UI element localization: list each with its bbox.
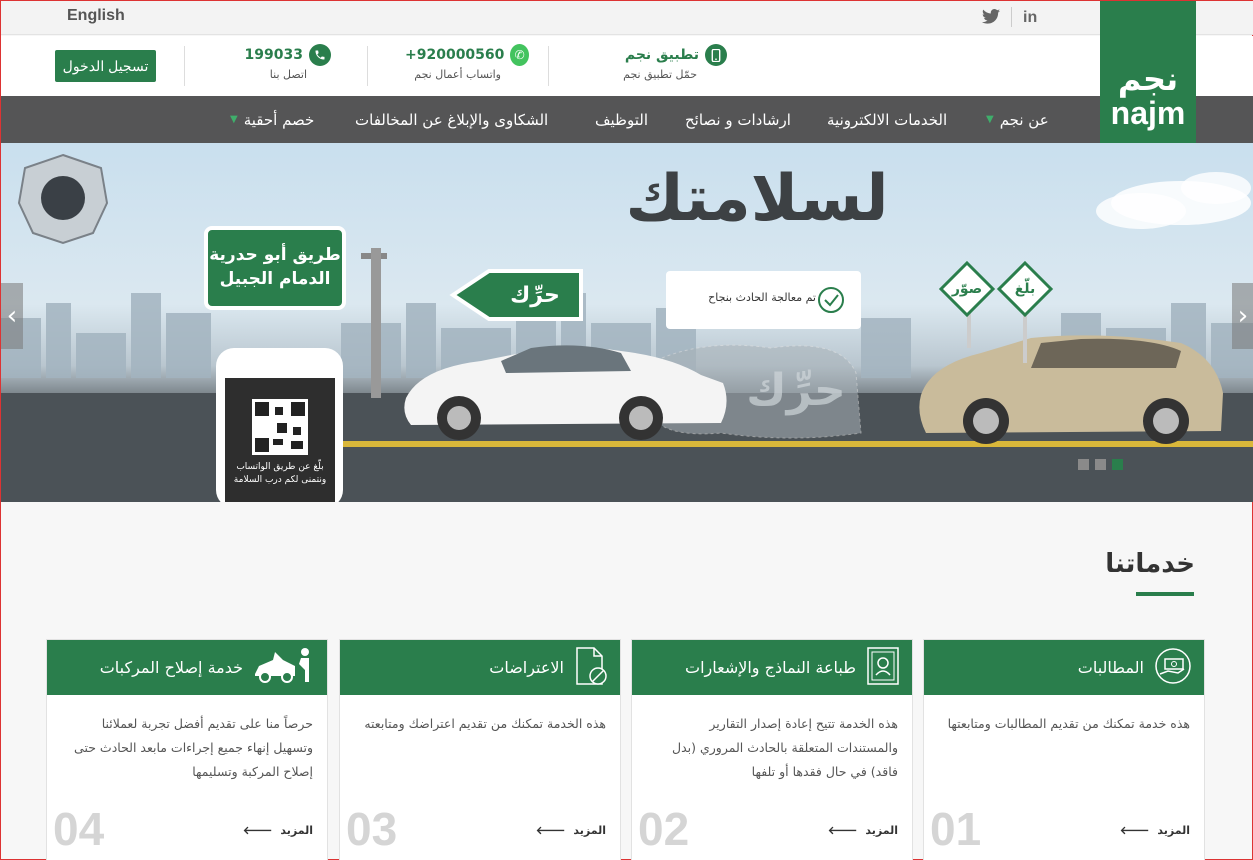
card-more-link[interactable]: المزيد 🡐 (1119, 823, 1190, 838)
whatsapp-icon: ✆ (510, 44, 529, 66)
najm-logo[interactable]: نجم najm (1100, 1, 1196, 143)
call-us[interactable]: 199033 اتصل بنا (241, 44, 331, 81)
phone-caption-line: ونتمنى لكم درب السلامة (233, 475, 327, 485)
language-switch[interactable]: English (67, 7, 125, 25)
najm-app[interactable]: تطبيق نجم حمّل تطبيق نجم (611, 44, 727, 81)
card-number: 01 (930, 803, 982, 855)
move-sign-text: حرِّك (510, 283, 560, 308)
service-card-print-forms[interactable]: طباعة النماذج والإشعارات هذه الخدمة تتيح… (631, 639, 913, 860)
document-badge-icon (866, 646, 900, 690)
more-label: المزيد (865, 823, 898, 837)
phone-caption-line: بلّغ عن طريق الواتساب (236, 462, 324, 472)
twitter-icon[interactable] (982, 9, 1000, 29)
main-nav: عن نجم ▼ الخدمات الالكترونية ارشادات و ن… (1, 96, 1253, 143)
slider-dot[interactable] (1078, 459, 1089, 470)
nav-label: الشكاوى والإبلاغ عن المخالفات (355, 110, 549, 129)
arrow-left-icon: 🡐 (535, 824, 566, 837)
card-description: حرصاً منا على تقديم أفضل تجربة لعملائنا … (74, 716, 313, 779)
service-card-vehicle-repair[interactable]: خدمة إصلاح المركبات حرصاً منا على تقديم … (46, 639, 328, 860)
nav-about[interactable]: عن نجم ▼ (986, 96, 1049, 143)
more-label: المزيد (280, 823, 313, 837)
nav-label: ارشادات و نصائح (685, 110, 791, 129)
photo-sign-text: صوّر (951, 281, 983, 297)
road-sign-text: طريق أبو حدرية الدمام الجبيل (206, 243, 344, 291)
header: تسجيل الدخول 199033 اتصل بنا ✆ +92000056… (1, 36, 1253, 96)
card-number: 03 (346, 803, 398, 855)
phone-caption: بلّغ عن طريق الواتساب ونتمنى لكم درب الس… (225, 461, 335, 487)
mobile-icon (705, 44, 727, 66)
card-header: خدمة إصلاح المركبات (47, 640, 327, 695)
nav-eservices[interactable]: الخدمات الالكترونية (827, 96, 947, 143)
linkedin-icon[interactable]: in (1023, 9, 1037, 27)
title-underline (1136, 592, 1194, 596)
nav-eligibility-discount[interactable]: خصم أحقية ▼ (230, 96, 314, 143)
status-bubble-text: تم معالجة الحادث بنجاح (708, 291, 816, 304)
chevron-down-icon: ▼ (230, 114, 238, 125)
slider-next-button[interactable]: › (1232, 283, 1253, 349)
arrow-left-icon: 🡐 (1119, 824, 1150, 837)
hero-headline: لسلامتك (625, 162, 889, 236)
nav-careers[interactable]: التوظيف (595, 96, 648, 143)
nav-guidance[interactable]: ارشادات و نصائح (685, 96, 791, 143)
objection-file-icon (574, 646, 608, 690)
card-description: هذه الخدمة تمكنك من تقديم اعتراضك ومتابع… (364, 716, 606, 731)
card-number: 02 (638, 803, 690, 855)
slider-prev-button[interactable]: ‹ (1, 283, 23, 349)
road-sign-line: الدمام الجبيل (219, 269, 331, 289)
nav-label: التوظيف (595, 110, 649, 129)
social-divider (1011, 7, 1012, 27)
claims-icon (1154, 647, 1192, 689)
card-header: طباعة النماذج والإشعارات (632, 640, 912, 695)
report-sign-text: بلّغ (1014, 281, 1036, 297)
header-divider (367, 46, 368, 86)
services-title: خدماتنا (1105, 549, 1195, 579)
card-more-link[interactable]: المزيد 🡐 (535, 823, 606, 838)
login-button[interactable]: تسجيل الدخول (55, 50, 156, 82)
more-label: المزيد (1157, 823, 1190, 837)
phone-icon (309, 44, 331, 66)
hero-slider[interactable]: لسلامتك طريق أبو حدرية الدمام الجبيل حرِ… (1, 143, 1253, 502)
nav-label: خصم أحقية (243, 110, 315, 129)
app-label: حمّل تطبيق نجم (623, 68, 697, 81)
nav-label: عن نجم (999, 110, 1049, 129)
whatsapp-number: +920000560 (405, 47, 505, 63)
card-header: المطالبات (924, 640, 1204, 695)
card-more-link[interactable]: المزيد 🡐 (242, 823, 313, 838)
header-divider (184, 46, 185, 86)
nav-label: الخدمات الالكترونية (827, 110, 948, 129)
card-title: طباعة النماذج والإشعارات (685, 658, 856, 677)
arrow-left-icon: 🡐 (827, 824, 858, 837)
card-title: المطالبات (1077, 658, 1144, 677)
slider-dot[interactable] (1095, 459, 1106, 470)
chevron-down-icon: ▼ (986, 114, 994, 125)
card-title: الاعتراضات (489, 658, 564, 677)
card-number: 04 (53, 803, 105, 855)
header-divider (548, 46, 549, 86)
logo-latin: najm (1110, 95, 1186, 131)
watermark-text: حرِّك (746, 365, 846, 416)
service-card-claims[interactable]: المطالبات هذه خدمة تمكنك من تقديم المطال… (923, 639, 1205, 860)
slider-dot-active[interactable] (1112, 459, 1123, 470)
card-header: الاعتراضات (340, 640, 620, 695)
call-number: 199033 (244, 47, 303, 63)
whatsapp-label: واتساب أعمال نجم (414, 68, 501, 81)
slider-dots (1078, 459, 1123, 470)
car-repair-icon (253, 646, 315, 690)
card-description: هذه خدمة تمكنك من تقديم المطالبات ومتابع… (947, 716, 1190, 731)
logo-arabic: نجم (1117, 60, 1179, 98)
card-title: خدمة إصلاح المركبات (99, 658, 243, 677)
call-label: اتصل بنا (269, 68, 307, 81)
road-sign-line: طريق أبو حدرية (209, 245, 341, 265)
app-title: تطبيق نجم (624, 47, 699, 63)
service-card-objections[interactable]: الاعتراضات هذه الخدمة تمكنك من تقديم اعت… (339, 639, 621, 860)
nav-complaints[interactable]: الشكاوى والإبلاغ عن المخالفات (355, 96, 548, 143)
top-bar: English in (1, 1, 1253, 35)
whatsapp-business[interactable]: ✆ +920000560 واتساب أعمال نجم (405, 44, 529, 81)
card-more-link[interactable]: المزيد 🡐 (827, 823, 898, 838)
card-description: هذه الخدمة تتيح إعادة إصدار التقارير وال… (672, 716, 898, 779)
arrow-left-icon: 🡐 (242, 824, 273, 837)
more-label: المزيد (573, 823, 606, 837)
